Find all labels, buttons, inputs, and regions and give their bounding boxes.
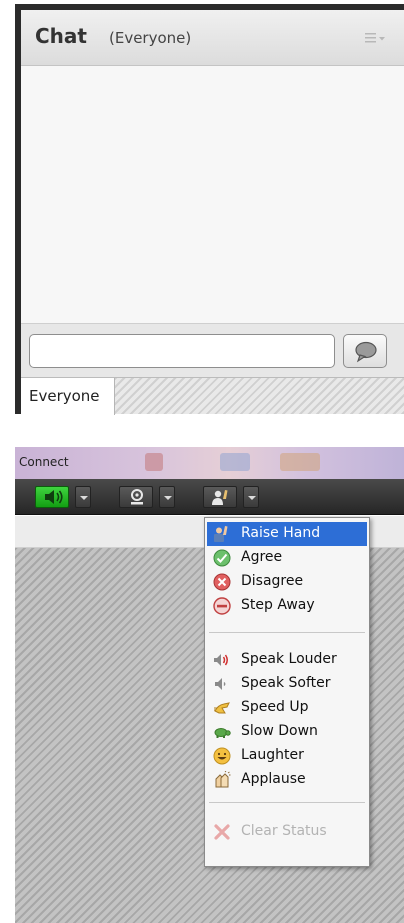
menu-separator [209,802,365,803]
window-title-bar: Connect [15,447,404,479]
menu-item-label: Speak Louder [241,651,337,667]
menu-item-raise-hand[interactable]: Raise Hand [207,522,367,546]
menu-item-label: Disagree [241,573,304,589]
chat-title: Chat [35,24,87,48]
chat-pod: Chat (Everyone) Everyone [15,4,404,415]
speaker-dropdown-button[interactable] [75,486,91,508]
slow-down-turtle-icon [214,728,231,738]
raise-hand-icon [214,526,228,542]
blurred-taskbar-icon [220,453,250,471]
chat-tab-bar: Everyone [21,377,404,415]
laughter-smiley-icon [213,747,231,765]
tab-everyone[interactable]: Everyone [21,378,115,415]
menu-item-label: Clear Status [241,823,327,839]
applause-icon [215,771,231,788]
speak-softer-icon [215,678,226,690]
speaker-button[interactable] [35,486,69,508]
chat-message-input[interactable] [29,334,335,368]
pod-options-menu-icon[interactable] [365,30,387,44]
camera-dropdown-button[interactable] [159,486,175,508]
agree-check-icon [213,549,231,567]
set-status-button[interactable] [203,486,237,508]
menu-item-label: Applause [241,771,306,787]
menu-item-speed-up[interactable]: Speed Up [207,696,367,720]
menu-item-clear-status: Clear Status [207,820,367,844]
menu-item-label: Speed Up [241,699,309,715]
send-message-button[interactable] [343,334,387,368]
chat-audience-label: (Everyone) [109,29,192,47]
speak-louder-icon [214,654,228,666]
connect-window: Connect Raise Hand Agree Disagree Step A… [15,447,404,923]
blurred-taskbar-icon [280,453,320,471]
menu-item-step-away[interactable]: Step Away [207,594,367,618]
meeting-toolbar [15,479,404,515]
raise-hand-status-icon [212,490,228,505]
menu-item-label: Step Away [241,597,315,613]
menu-item-label: Slow Down [241,723,318,739]
menu-item-slow-down[interactable]: Slow Down [207,720,367,744]
menu-item-label: Speak Softer [241,675,331,691]
set-status-dropdown-button[interactable] [243,486,259,508]
speech-bubble-icon [355,341,377,363]
disagree-x-icon [213,573,231,591]
menu-item-disagree[interactable]: Disagree [207,570,367,594]
step-away-icon [213,597,231,615]
menu-separator [209,632,365,633]
webcam-icon [131,489,143,505]
menu-item-speak-louder[interactable]: Speak Louder [207,648,367,672]
speed-up-icon [214,702,230,714]
menu-item-label: Raise Hand [241,525,321,541]
chat-header: Chat (Everyone) [21,10,404,66]
speaker-on-icon [45,490,63,504]
chat-input-bar [21,323,404,377]
status-dropdown-menu: Raise Hand Agree Disagree Step Away Spea… [204,517,370,867]
menu-item-label: Laughter [241,747,304,763]
menu-item-speak-softer[interactable]: Speak Softer [207,672,367,696]
window-title: Connect [19,455,69,469]
chat-message-area [21,66,404,338]
menu-item-laughter[interactable]: Laughter [207,744,367,768]
clear-status-icon [214,824,230,840]
blurred-taskbar-icon [145,453,163,471]
menu-item-agree[interactable]: Agree [207,546,367,570]
menu-item-applause[interactable]: Applause [207,768,367,792]
camera-button[interactable] [119,486,153,508]
menu-item-label: Agree [241,549,283,565]
